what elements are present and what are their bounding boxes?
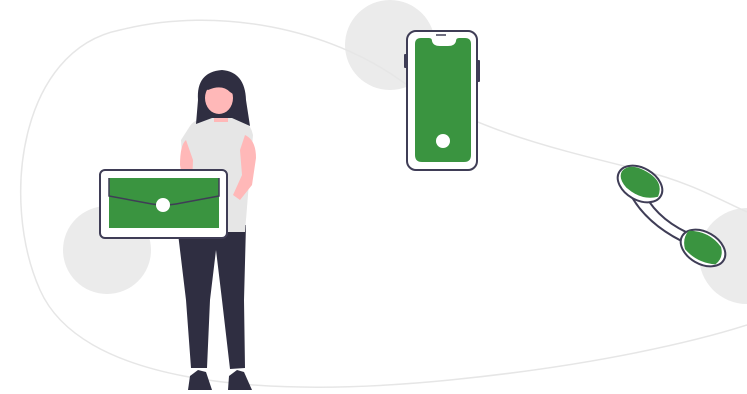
smartphone-side-button-left — [404, 54, 407, 68]
contact-illustration — [19, 0, 747, 390]
smartphone-home-dot — [436, 134, 450, 148]
shoe-left — [188, 370, 212, 390]
smartphone-icon — [404, 30, 480, 171]
handset-top-earpiece — [616, 164, 664, 204]
smartphone-side-button-right — [477, 60, 480, 82]
phone-handset-icon — [616, 164, 727, 268]
pants — [177, 225, 246, 369]
envelope-seal — [156, 198, 170, 212]
envelope-icon — [99, 169, 228, 239]
shoe-right — [228, 370, 252, 390]
